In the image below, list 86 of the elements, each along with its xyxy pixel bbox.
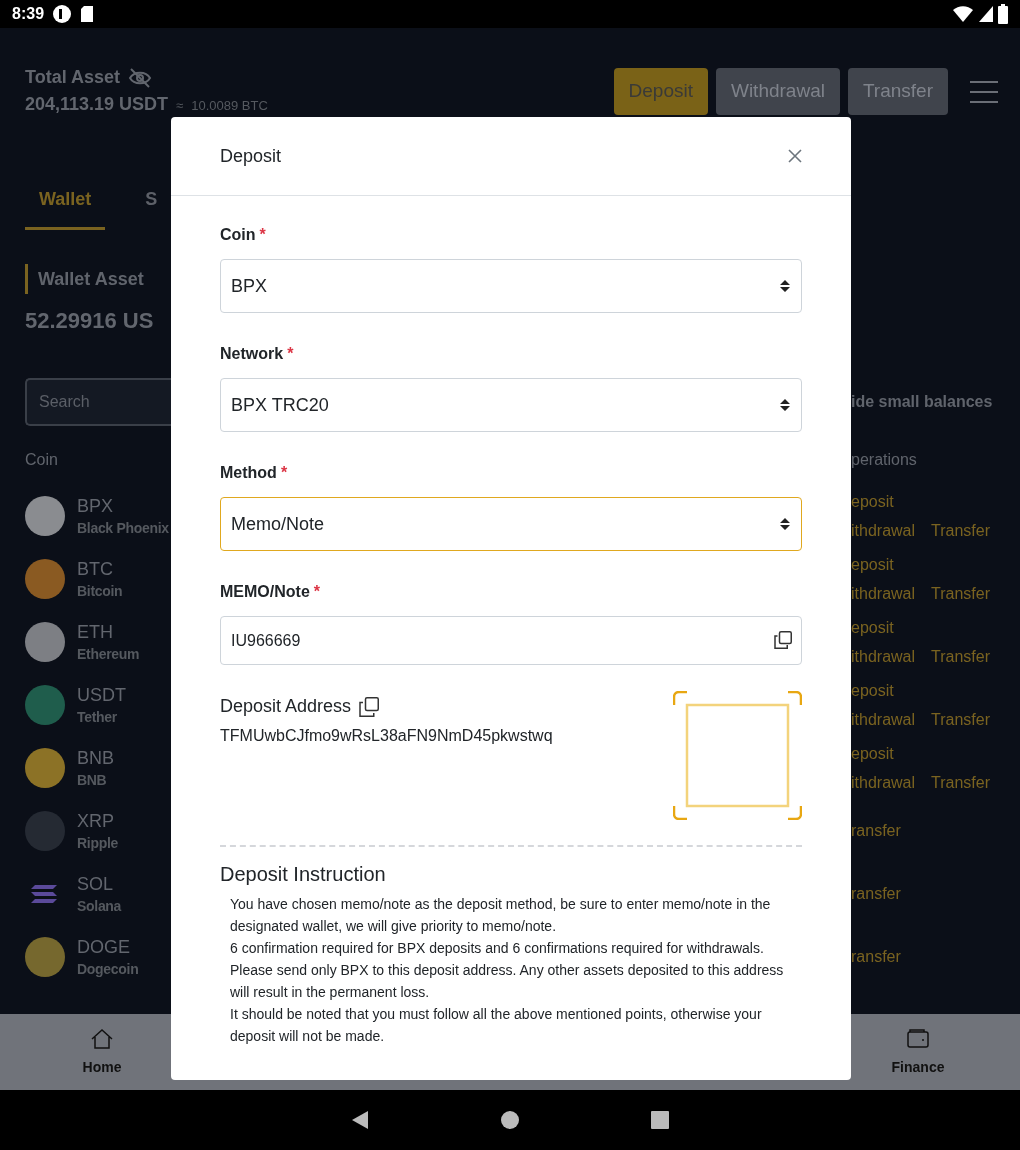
total-asset-amount: 204,113.19 USDT <box>25 93 169 116</box>
approx-sign: ≈ <box>176 97 184 115</box>
instruction-text: 6 confirmation required for BPX deposits and 6 confirmations required for withdrawals. <box>229 939 765 958</box>
wallet-icon <box>906 1026 930 1051</box>
sort-arrows-icon <box>779 279 791 293</box>
field-label: Network * <box>220 344 295 364</box>
operation-link[interactable]: ithdrawal <box>851 641 916 671</box>
coin-symbol: SOL <box>77 872 115 896</box>
operation-link[interactable]: Transfer <box>931 515 990 545</box>
home-circle-icon[interactable] <box>500 1110 520 1130</box>
wallet-tab[interactable]: Wallet <box>25 186 106 230</box>
coin-name: Tether <box>77 707 118 727</box>
search-field[interactable]: Search <box>25 378 171 426</box>
operation-link[interactable]: ithdrawal <box>851 704 916 734</box>
sd-card-icon <box>80 5 95 23</box>
menu-icon[interactable] <box>970 80 998 104</box>
battery-icon <box>998 4 1008 24</box>
app-notification-icon <box>52 4 73 24</box>
operation-link[interactable]: ithdrawal <box>851 515 916 545</box>
field-label: Method * <box>220 463 289 483</box>
btc-equivalent: 10.0089 BTC <box>191 97 268 115</box>
operation-link[interactable]: Transfer <box>931 578 990 608</box>
total-asset-label: Total Asset <box>25 66 121 89</box>
wallet-asset-amount: 52.29916 US <box>25 307 155 335</box>
coin-name: Ethereum <box>77 644 140 664</box>
instruction-text: Please send only BPX to this deposit address. Any other assets deposited to this address will result in the permanent loss. <box>229 961 785 1002</box>
coin-symbol: ETH <box>77 620 114 644</box>
coin-symbol: BNB <box>77 746 114 770</box>
hide-small-balances-label: ide small balances <box>851 392 994 412</box>
wifi-icon <box>952 5 974 23</box>
operation-link[interactable]: Transfer <box>931 704 990 734</box>
operation-link[interactable]: eposit <box>851 675 894 705</box>
coin-name: Solana <box>77 896 122 916</box>
coin-symbol: BTC <box>77 557 114 581</box>
header-button[interactable]: Deposit <box>613 68 708 115</box>
operation-link[interactable]: eposit <box>851 738 894 768</box>
wallet-tab[interactable]: S <box>131 186 172 230</box>
deposit-address-label: Deposit Address <box>220 695 352 718</box>
select-field[interactable]: BPX TRC20 <box>220 378 802 432</box>
eye-slash-icon[interactable] <box>128 67 153 88</box>
coin-name: Dogecoin <box>77 959 139 979</box>
memo-field[interactable]: IU966669 <box>220 616 802 665</box>
nav-item[interactable]: Finance <box>816 1014 1020 1090</box>
select-field[interactable]: BPX <box>220 259 802 313</box>
field-label: Coin * <box>220 225 267 245</box>
operation-link[interactable]: Transfer <box>931 767 990 797</box>
operation-link[interactable]: Transfer <box>931 641 990 671</box>
sort-arrows-icon <box>779 398 791 412</box>
coin-symbol: USDT <box>77 683 126 707</box>
nav-item[interactable]: Home <box>0 1014 204 1090</box>
coin-name: BNB <box>77 770 108 790</box>
instruction-title: Deposit Instruction <box>220 862 387 887</box>
coin-symbol: XRP <box>77 809 115 833</box>
header-button[interactable]: Withdrawal <box>715 68 840 115</box>
back-icon[interactable] <box>350 1110 370 1130</box>
deposit-address: TFMUwbCJfmo9wRsL38aFN9NmD45pkwstwq <box>220 726 553 746</box>
select-field[interactable]: Memo/Note <box>220 497 802 551</box>
copy-icon[interactable] <box>774 631 792 649</box>
coin-name: Bitcoin <box>77 581 123 601</box>
coin-column-header: Coin <box>25 450 59 470</box>
sort-arrows-icon <box>779 517 791 531</box>
coin-name: Ripple <box>77 833 118 853</box>
status-time: 8:39 <box>12 4 45 24</box>
instruction-text: It should be noted that you must follow all the above mentioned points, otherwise your deposit will not be made. <box>229 1005 763 1046</box>
home-icon <box>90 1026 114 1051</box>
field-label: MEMO/Note * <box>220 582 321 602</box>
close-icon[interactable] <box>788 149 802 163</box>
operation-link[interactable]: eposit <box>851 549 894 579</box>
operation-link[interactable]: ransfer <box>851 816 901 845</box>
recents-icon[interactable] <box>650 1110 670 1130</box>
operation-link[interactable]: ransfer <box>851 942 901 971</box>
operation-link[interactable]: ithdrawal <box>851 578 916 608</box>
instruction-text: You have chosen memo/note as the deposit method, be sure to enter memo/note in the designated wallet, we will give priority to memo/note. <box>229 895 772 936</box>
operation-link[interactable]: eposit <box>851 486 894 516</box>
coin-symbol: DOGE <box>77 935 131 959</box>
header-button[interactable]: Transfer <box>847 68 948 115</box>
copy-icon[interactable] <box>359 696 380 717</box>
dialog-title: Deposit <box>220 144 282 168</box>
operation-link[interactable]: ithdrawal <box>851 767 916 797</box>
coin-symbol: BPX <box>77 494 115 518</box>
signal-icon <box>978 5 994 23</box>
qr-code-frame-icon <box>673 691 802 820</box>
operations-column-header: perations <box>851 450 918 470</box>
operation-link[interactable]: eposit <box>851 612 894 642</box>
coin-name: Black Phoenix <box>77 518 169 538</box>
operation-link[interactable]: ransfer <box>851 879 901 908</box>
